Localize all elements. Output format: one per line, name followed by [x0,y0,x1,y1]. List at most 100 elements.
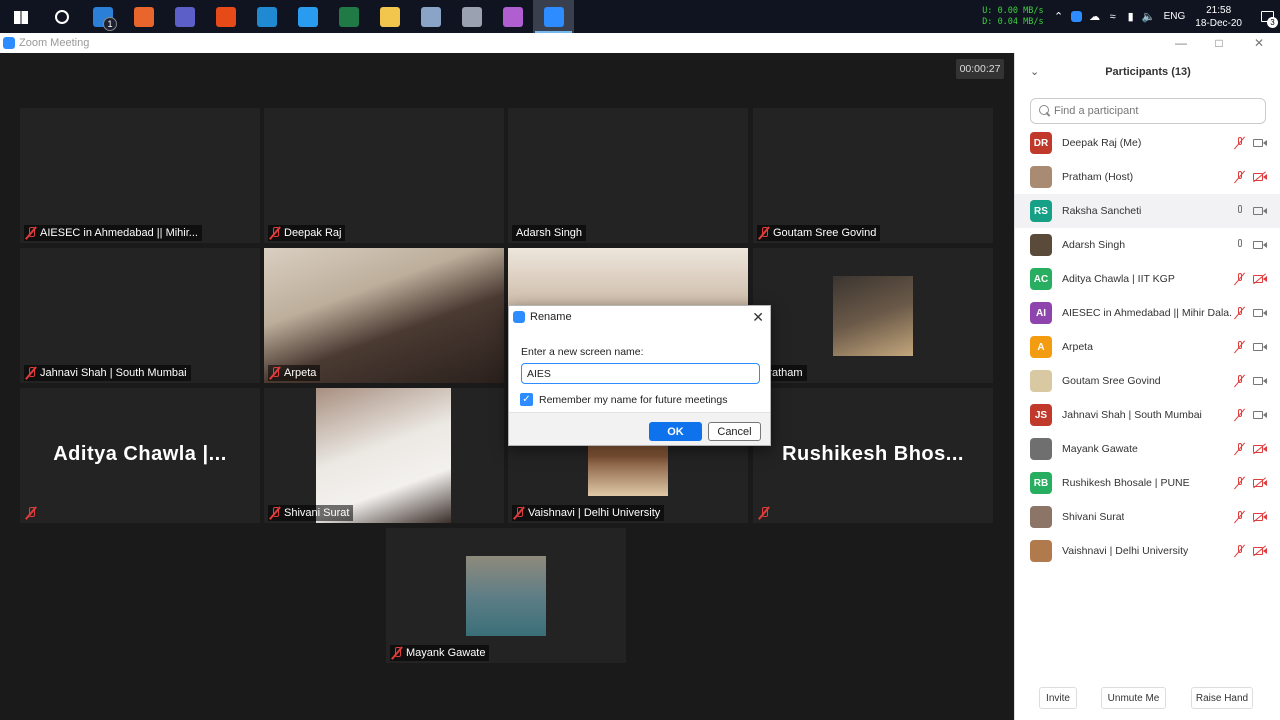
participant-row[interactable]: RS Raksha Sancheti [1015,194,1280,228]
screen-name-input[interactable] [521,363,760,384]
raise-hand-button[interactable]: Raise Hand [1191,687,1253,709]
participant-row[interactable]: Mayank Gawate [1015,432,1280,466]
video-tile[interactable]: Goutam Sree Govind [753,108,993,243]
microphone-muted-icon[interactable] [1234,272,1246,286]
calculator-taskbar-button[interactable] [410,0,451,33]
office-tiles-taskbar-button[interactable] [205,0,246,33]
microphone-icon[interactable] [1234,238,1246,252]
participant-row[interactable]: JS Jahnavi Shah | South Mumbai [1015,398,1280,432]
video-tile[interactable]: Rushikesh Bhos... [753,388,993,523]
video-camera-icon[interactable] [1253,410,1268,420]
participant-row[interactable]: RB Rushikesh Bhosale | PUNE [1015,466,1280,500]
volume-icon[interactable]: 🔈 [1140,0,1158,33]
video-camera-icon[interactable] [1253,342,1268,352]
video-camera-icon[interactable] [1253,308,1268,318]
language-indicator[interactable]: ENG [1164,11,1186,22]
close-icon[interactable]: ✕ [752,309,764,326]
windows-start-icon [13,9,28,24]
video-tile[interactable]: Mayank Gawate [386,528,626,663]
participant-search[interactable] [1030,98,1266,124]
invite-button[interactable]: Invite [1039,687,1077,709]
participant-display-name: Aditya Chawla |... [53,443,227,465]
chevron-up-icon[interactable]: ⌃ [1050,0,1068,33]
video-camera-off-icon[interactable] [1253,273,1268,285]
windows-start-taskbar-button[interactable] [0,0,41,33]
close-window-button[interactable]: ✕ [1239,33,1279,53]
network-speed-meter: U: 0.00 MB/s D: 0.04 MB/s [982,5,1044,27]
office-tiles-icon [215,6,236,27]
video-camera-icon[interactable] [1253,240,1268,250]
maximize-button[interactable]: □ [1199,33,1239,53]
teams-taskbar-button[interactable] [164,0,205,33]
video-tile[interactable]: Aditya Chawla |... [20,388,260,523]
microphone-muted-icon[interactable] [1234,544,1246,558]
remember-name-checkbox[interactable]: ✓ Remember my name for future meetings [520,393,728,406]
microphone-icon[interactable] [1234,204,1246,218]
tile-name-label: Adarsh Singh [512,225,587,241]
participant-row[interactable]: DR Deepak Raj (Me) [1015,126,1280,160]
participant-row[interactable]: A Arpeta [1015,330,1280,364]
participant-row[interactable]: AC Aditya Chawla | IIT KGP [1015,262,1280,296]
participant-row[interactable]: Shivani Surat [1015,500,1280,534]
battery-icon[interactable]: ▮ [1122,0,1140,33]
file-explorer-taskbar-button[interactable] [369,0,410,33]
participant-name: Shivani Surat [1062,511,1125,523]
avatar: AI [1030,302,1052,324]
action-center-button[interactable]: 3 [1254,0,1280,33]
microphone-muted-icon[interactable] [1234,136,1246,150]
search-input[interactable] [1054,105,1254,117]
wifi-icon[interactable]: ≈ [1104,0,1122,33]
cortana-circle-taskbar-button[interactable] [41,0,82,33]
microphone-muted-icon[interactable] [1234,510,1246,524]
video-camera-off-icon[interactable] [1253,511,1268,523]
firefox-taskbar-button[interactable] [123,0,164,33]
microphone-muted-icon[interactable] [1234,306,1246,320]
video-camera-icon[interactable] [1253,138,1268,148]
video-camera-off-icon[interactable] [1253,477,1268,489]
participant-row[interactable]: AI AIESEC in Ahmedabad || Mihir Dala... [1015,296,1280,330]
video-camera-icon[interactable] [1253,206,1268,216]
participant-row[interactable]: Adarsh Singh [1015,228,1280,262]
video-camera-off-icon[interactable] [1253,545,1268,557]
tile-name-label [24,505,44,521]
microphone-muted-icon[interactable] [1234,408,1246,422]
camera-taskbar-button[interactable] [451,0,492,33]
phone-app-taskbar-button[interactable] [287,0,328,33]
excel-taskbar-button[interactable] [328,0,369,33]
unread-badge: 1 [103,17,117,31]
video-tile[interactable]: Jahnavi Shah | South Mumbai [20,248,260,383]
video-tile[interactable]: AIESEC in Ahmedabad || Mihir... [20,108,260,243]
participant-row[interactable]: Pratham (Host) [1015,160,1280,194]
mic-muted-icon [268,506,282,520]
video-tile[interactable]: Shivani Surat [264,388,504,523]
minimize-button[interactable]: — [1161,33,1201,53]
participant-row[interactable]: Goutam Sree Govind [1015,364,1280,398]
microphone-muted-icon[interactable] [1234,442,1246,456]
window-title: Zoom Meeting [19,37,90,49]
zoom-tray-icon[interactable] [1068,0,1086,33]
snip-sketch-taskbar-button[interactable] [492,0,533,33]
video-tile[interactable]: Pratham [753,248,993,383]
video-camera-off-icon[interactable] [1253,171,1268,183]
mail-taskbar-button[interactable]: 1 [82,0,123,33]
clock[interactable]: 21:58 18-Dec-20 [1195,4,1242,30]
video-tile[interactable]: Arpeta [264,248,504,383]
video-camera-off-icon[interactable] [1253,443,1268,455]
onedrive-icon[interactable]: ☁ [1086,0,1104,33]
ok-button[interactable]: OK [649,422,702,441]
video-camera-icon[interactable] [1253,376,1268,386]
microphone-muted-icon[interactable] [1234,170,1246,184]
unmute-me-button[interactable]: Unmute Me [1101,687,1166,709]
video-tile[interactable]: Adarsh Singh [508,108,748,243]
microphone-muted-icon[interactable] [1234,476,1246,490]
zoom-taskbar-button[interactable] [533,0,574,33]
participant-row[interactable]: Vaishnavi | Delhi University [1015,534,1280,568]
microphone-muted-icon[interactable] [1234,374,1246,388]
video-tile[interactable]: Deepak Raj [264,108,504,243]
participant-name: Vaishnavi | Delhi University [528,507,661,519]
vscode-taskbar-button[interactable] [246,0,287,33]
avatar-initials: RS [1034,205,1048,217]
calculator-icon [420,6,441,27]
cancel-button[interactable]: Cancel [708,422,761,441]
microphone-muted-icon[interactable] [1234,340,1246,354]
